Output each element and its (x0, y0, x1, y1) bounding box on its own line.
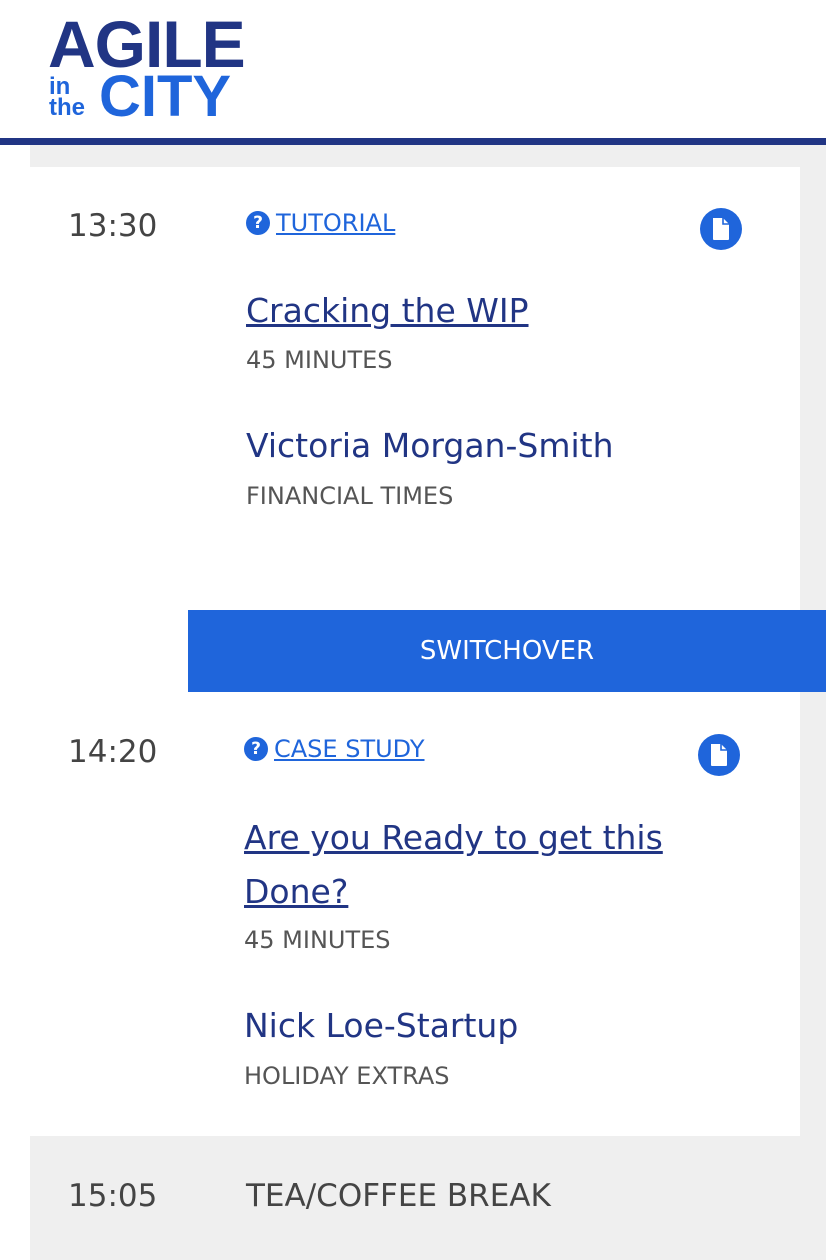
talk-duration: 45 MINUTES (244, 926, 391, 954)
schedule-top-band (30, 145, 826, 167)
speaker-name: Nick Loe-Startup (244, 1006, 519, 1045)
session-time: 14:20 (68, 734, 158, 770)
break-label: TEA/COFFEE BREAK (246, 1178, 551, 1214)
talk-title-link[interactable]: Cracking the WIP (246, 284, 696, 338)
document-icon (713, 218, 729, 240)
logo-word-the: the (49, 94, 85, 121)
header-divider (0, 138, 826, 145)
speaker-company: FINANCIAL TIMES (246, 482, 454, 510)
switchover-bar: SWITCHOVER (188, 610, 826, 692)
question-circle-icon: ? (246, 211, 270, 235)
speaker-name: Victoria Morgan-Smith (246, 426, 614, 465)
schedule-right-gutter (800, 692, 826, 1136)
session-type-link[interactable]: ? TUTORIAL (246, 209, 395, 237)
site-header: AGILE in the CITY (0, 0, 826, 145)
break-time: 15:05 (68, 1178, 158, 1214)
document-icon (711, 744, 727, 766)
session-type-link[interactable]: ? CASE STUDY (244, 735, 425, 763)
session-time: 13:30 (68, 208, 158, 244)
session-type-label: TUTORIAL (276, 209, 396, 237)
talk-title-link[interactable]: Are you Ready to get this Done? (244, 811, 694, 919)
speaker-company: HOLIDAY EXTRAS (244, 1062, 450, 1090)
schedule-right-gutter (800, 145, 826, 610)
session-type-label: CASE STUDY (274, 735, 425, 763)
logo-word-city: CITY (99, 64, 232, 129)
document-button[interactable] (698, 734, 740, 776)
talk-duration: 45 MINUTES (246, 346, 393, 374)
switchover-label: SWITCHOVER (419, 636, 595, 666)
question-circle-icon: ? (244, 737, 268, 761)
document-button[interactable] (700, 208, 742, 250)
